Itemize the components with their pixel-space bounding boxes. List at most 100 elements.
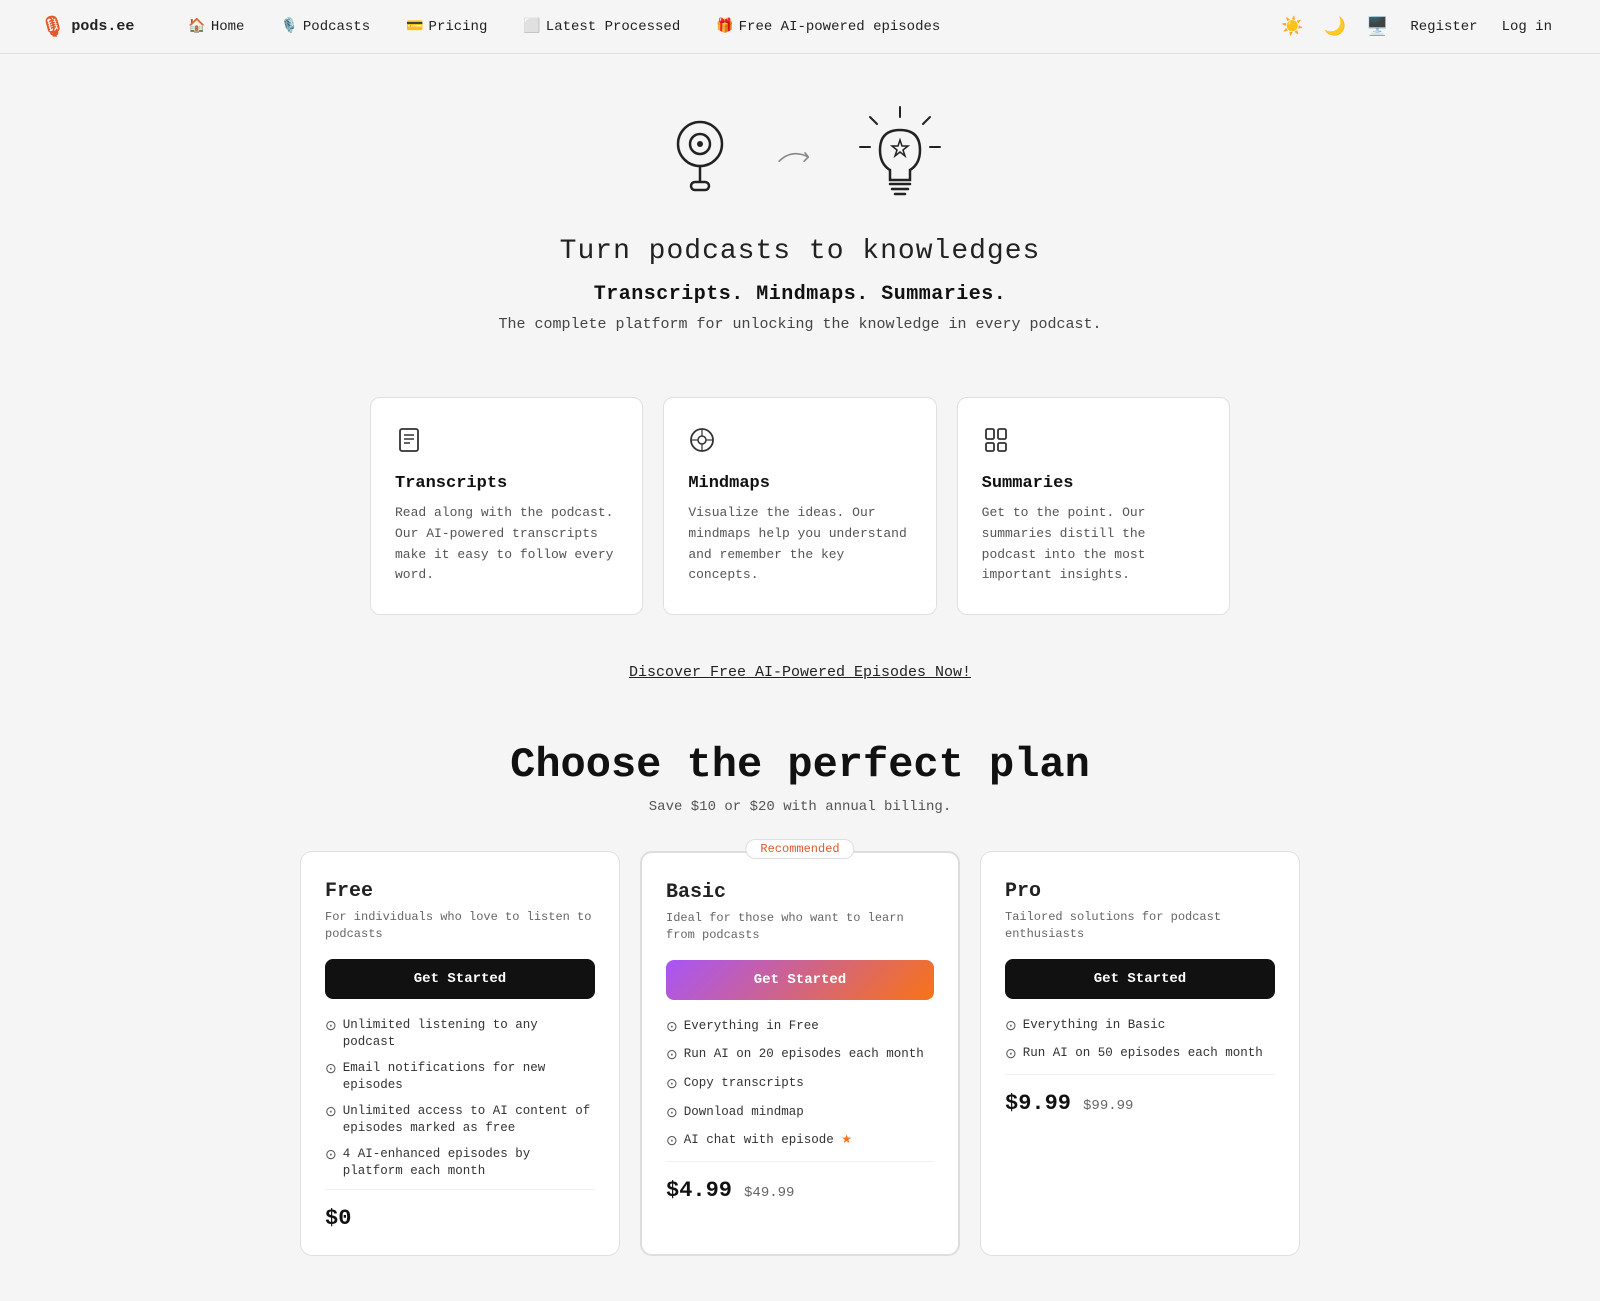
free-plan-desc: For individuals who love to listen to po… xyxy=(325,909,595,943)
free-price-row: $0 xyxy=(325,1189,595,1231)
check-icon: ⊙ xyxy=(1005,1018,1017,1038)
nav-latest[interactable]: ⬜ Latest Processed xyxy=(509,12,694,41)
check-icon: ⊙ xyxy=(325,1018,337,1038)
credit-card-icon: 💳 xyxy=(406,18,423,35)
transcripts-desc: Read along with the podcast. Our AI-powe… xyxy=(395,503,618,586)
logo-icon: 🎙 xyxy=(40,14,65,40)
plan-card-free: Free For individuals who love to listen … xyxy=(300,851,620,1256)
basic-price-monthly: $4.99 xyxy=(666,1178,732,1203)
pro-get-started-button[interactable]: Get Started xyxy=(1005,959,1275,999)
nav-podcasts[interactable]: 🎙️ Podcasts xyxy=(266,12,384,41)
check-icon: ⊙ xyxy=(666,1047,678,1067)
nav-links: 🏠 Home 🎙️ Podcasts 💳 Pricing ⬜ Latest Pr… xyxy=(174,12,1275,41)
pricing-section: Choose the perfect plan Save $10 or $20 … xyxy=(0,721,1600,1301)
nav-actions: ☀️ 🌙 🖥️ Register Log in xyxy=(1275,12,1560,41)
pro-plan-desc: Tailored solutions for podcast enthusias… xyxy=(1005,909,1275,943)
check-icon: ⊙ xyxy=(1005,1046,1017,1066)
feature-card-summaries: Summaries Get to the point. Our summarie… xyxy=(957,397,1230,615)
free-feature-1: ⊙ Unlimited listening to any podcast xyxy=(325,1017,595,1052)
theme-light-button[interactable]: ☀️ xyxy=(1275,12,1309,41)
nav-podcasts-label: Podcasts xyxy=(303,19,370,35)
check-icon: ⊙ xyxy=(666,1019,678,1039)
hero-icons xyxy=(645,102,955,212)
plan-card-pro: Pro Tailored solutions for podcast enthu… xyxy=(980,851,1300,1256)
recommended-badge: Recommended xyxy=(745,839,854,859)
basic-price-annual: $49.99 xyxy=(744,1185,794,1201)
mindmaps-title: Mindmaps xyxy=(688,474,911,493)
basic-feature-2: ⊙ Run AI on 20 episodes each month xyxy=(666,1046,934,1067)
login-button[interactable]: Log in xyxy=(1494,15,1560,39)
hero-title: Turn podcasts to knowledges xyxy=(560,236,1041,267)
nav-home[interactable]: 🏠 Home xyxy=(174,12,258,41)
pro-plan-name: Pro xyxy=(1005,880,1275,903)
logo[interactable]: 🎙 pods.ee xyxy=(40,14,134,40)
check-icon: ⊙ xyxy=(325,1061,337,1081)
mindmaps-desc: Visualize the ideas. Our mindmaps help y… xyxy=(688,503,911,586)
pro-feature-2: ⊙ Run AI on 50 episodes each month xyxy=(1005,1045,1275,1066)
hero-subtitle: Transcripts. Mindmaps. Summaries. xyxy=(594,283,1007,306)
transcripts-title: Transcripts xyxy=(395,474,618,493)
nav-free-label: Free AI-powered episodes xyxy=(739,19,941,35)
check-icon: ⊙ xyxy=(666,1076,678,1096)
pro-price-annual: $99.99 xyxy=(1083,1098,1133,1114)
summaries-title: Summaries xyxy=(982,474,1205,493)
basic-plan-name: Basic xyxy=(666,881,934,904)
hero-section: Turn podcasts to knowledges Transcripts.… xyxy=(0,54,1600,397)
arrow-icon xyxy=(775,142,825,172)
lightbulb-icon xyxy=(845,102,955,212)
logo-text: pods.ee xyxy=(71,18,134,35)
summaries-desc: Get to the point. Our summaries distill … xyxy=(982,503,1205,586)
home-icon: 🏠 xyxy=(188,18,205,35)
free-plan-name: Free xyxy=(325,880,595,903)
free-plan-features: ⊙ Unlimited listening to any podcast ⊙ E… xyxy=(325,1017,595,1181)
mindmaps-icon xyxy=(688,426,911,462)
microphone-icon: 🎙️ xyxy=(280,18,297,35)
nav-pricing[interactable]: 💳 Pricing xyxy=(392,12,501,41)
summaries-icon xyxy=(982,426,1205,462)
free-feature-3: ⊙ Unlimited access to AI content of epis… xyxy=(325,1103,595,1138)
basic-feature-4: ⊙ Download mindmap xyxy=(666,1104,934,1125)
basic-feature-1: ⊙ Everything in Free xyxy=(666,1018,934,1039)
free-get-started-button[interactable]: Get Started xyxy=(325,959,595,999)
navbar: 🎙 pods.ee 🏠 Home 🎙️ Podcasts 💳 Pricing ⬜… xyxy=(0,0,1600,54)
nav-pricing-label: Pricing xyxy=(429,19,488,35)
pro-plan-features: ⊙ Everything in Basic ⊙ Run AI on 50 epi… xyxy=(1005,1017,1275,1066)
pricing-subtitle: Save $10 or $20 with annual billing. xyxy=(40,799,1560,815)
star-icon: ★ xyxy=(841,1133,852,1147)
basic-plan-desc: Ideal for those who want to learn from p… xyxy=(666,910,934,944)
hero-description: The complete platform for unlocking the … xyxy=(498,316,1101,333)
check-icon: ⊙ xyxy=(325,1147,337,1167)
nav-home-label: Home xyxy=(211,19,245,35)
pro-feature-1: ⊙ Everything in Basic xyxy=(1005,1017,1275,1038)
feature-card-transcripts: Transcripts Read along with the podcast.… xyxy=(370,397,643,615)
register-button[interactable]: Register xyxy=(1402,15,1485,39)
free-feature-2: ⊙ Email notifications for new episodes xyxy=(325,1060,595,1095)
discover-section: Discover Free AI-Powered Episodes Now! xyxy=(0,655,1600,721)
latest-icon: ⬜ xyxy=(523,18,540,35)
theme-system-button[interactable]: 🖥️ xyxy=(1360,12,1394,41)
check-icon: ⊙ xyxy=(666,1133,678,1153)
pricing-title: Choose the perfect plan xyxy=(40,741,1560,789)
nav-latest-label: Latest Processed xyxy=(546,19,680,35)
check-icon: ⊙ xyxy=(325,1104,337,1124)
plan-cards: Free For individuals who love to listen … xyxy=(300,851,1300,1256)
transcripts-icon xyxy=(395,426,618,462)
gift-icon: 🎁 xyxy=(716,18,733,35)
plan-card-basic: Recommended Basic Ideal for those who wa… xyxy=(640,851,960,1256)
feature-cards: Transcripts Read along with the podcast.… xyxy=(250,397,1350,615)
nav-free[interactable]: 🎁 Free AI-powered episodes xyxy=(702,12,954,41)
basic-feature-5: ⊙ AI chat with episode ★ xyxy=(666,1132,934,1153)
basic-get-started-button[interactable]: Get Started xyxy=(666,960,934,1000)
pro-price-monthly: $9.99 xyxy=(1005,1091,1071,1116)
free-price-monthly: $0 xyxy=(325,1206,351,1231)
theme-dark-button[interactable]: 🌙 xyxy=(1318,12,1352,41)
check-icon: ⊙ xyxy=(666,1105,678,1125)
free-feature-4: ⊙ 4 AI-enhanced episodes by platform eac… xyxy=(325,1146,595,1181)
basic-price-row: $4.99 $49.99 xyxy=(666,1161,934,1203)
basic-plan-features: ⊙ Everything in Free ⊙ Run AI on 20 epis… xyxy=(666,1018,934,1153)
discover-link[interactable]: Discover Free AI-Powered Episodes Now! xyxy=(629,664,971,681)
basic-feature-3: ⊙ Copy transcripts xyxy=(666,1075,934,1096)
pro-price-row: $9.99 $99.99 xyxy=(1005,1074,1275,1116)
podcast-icon xyxy=(645,102,755,212)
feature-card-mindmaps: Mindmaps Visualize the ideas. Our mindma… xyxy=(663,397,936,615)
